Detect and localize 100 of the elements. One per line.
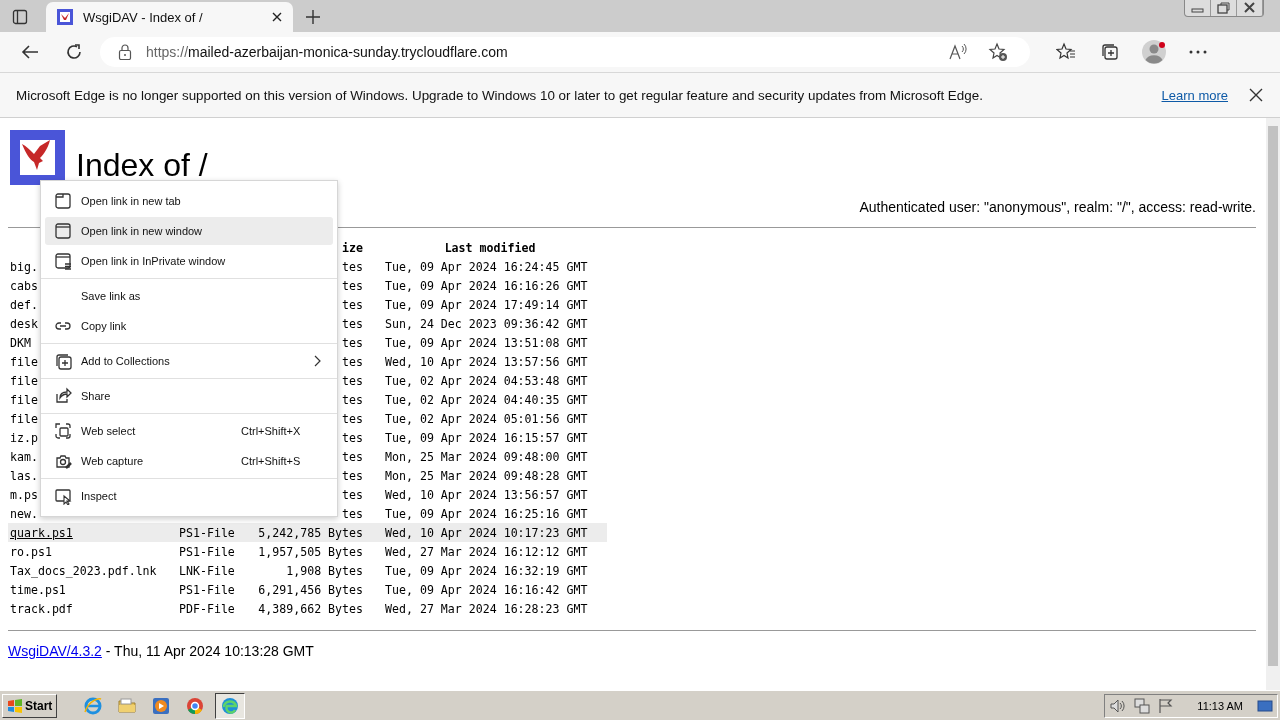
more-icon bbox=[1189, 50, 1207, 54]
menu-item-icon bbox=[54, 487, 72, 505]
read-aloud-icon[interactable] bbox=[948, 43, 968, 61]
table-cell: 1,957,505 Bytes bbox=[258, 544, 363, 559]
table-cell: Tue, 02 Apr 2024 04:53:48 GMT bbox=[385, 373, 588, 388]
folder-icon bbox=[117, 695, 138, 716]
address-bar[interactable]: https://mailed-azerbaijan-monica-sunday.trycloudflare.com bbox=[100, 37, 1030, 67]
table-cell: LNK-File bbox=[179, 563, 235, 578]
table-cell: Wed, 27 Mar 2024 16:12:12 GMT bbox=[385, 544, 588, 559]
file-link[interactable]: time.ps1 bbox=[10, 582, 66, 597]
table-cell: PS1-File bbox=[179, 582, 235, 597]
table-cell: Tue, 09 Apr 2024 13:51:08 GMT bbox=[385, 335, 588, 350]
file-link[interactable]: ro.ps1 bbox=[10, 544, 52, 559]
network-icon[interactable] bbox=[1133, 697, 1152, 714]
start-button[interactable]: Start bbox=[2, 693, 58, 718]
table-cell: tes bbox=[342, 487, 363, 502]
back-arrow-icon bbox=[21, 44, 39, 60]
table-cell: Tue, 09 Apr 2024 16:24:45 GMT bbox=[385, 259, 588, 274]
close-infobar-button[interactable] bbox=[1248, 87, 1264, 103]
favicon-icon bbox=[57, 9, 73, 25]
menu-item[interactable]: Inspect bbox=[45, 482, 333, 510]
table-cell: tes bbox=[342, 449, 363, 464]
table-cell: 6,291,456 Bytes bbox=[258, 582, 363, 597]
scrollbar[interactable] bbox=[1266, 118, 1280, 690]
file-link[interactable]: big. bbox=[10, 259, 38, 274]
table-cell: tes bbox=[342, 259, 363, 274]
file-link[interactable]: quark.ps1 bbox=[10, 525, 73, 540]
menu-item[interactable]: Share bbox=[45, 382, 333, 410]
browser-tab[interactable]: WsgiDAV - Index of / bbox=[46, 2, 293, 32]
file-link[interactable]: las. bbox=[10, 468, 38, 483]
table-cell: 5,242,785 Bytes bbox=[258, 525, 363, 540]
menu-item[interactable]: Add to Collections bbox=[45, 347, 333, 375]
table-cell: Tue, 09 Apr 2024 16:15:57 GMT bbox=[385, 430, 588, 445]
plus-icon bbox=[305, 9, 321, 25]
file-link[interactable]: track.pdf bbox=[10, 601, 73, 616]
refresh-icon bbox=[65, 43, 83, 61]
table-cell: tes bbox=[342, 468, 363, 483]
table-cell: Tue, 09 Apr 2024 16:16:42 GMT bbox=[385, 582, 588, 597]
shortcut-text: Ctrl+Shift+X bbox=[241, 425, 302, 437]
column-header: ize bbox=[341, 240, 363, 255]
table-cell: tes bbox=[342, 297, 363, 312]
file-link[interactable]: file bbox=[10, 354, 38, 369]
table-cell: Wed, 27 Mar 2024 16:28:23 GMT bbox=[385, 601, 588, 616]
add-favorite-icon[interactable] bbox=[988, 42, 1008, 62]
scrollbar-thumb[interactable] bbox=[1268, 126, 1278, 666]
table-cell: tes bbox=[342, 506, 363, 521]
windows-logo-icon bbox=[7, 698, 23, 713]
file-link[interactable]: file bbox=[10, 411, 38, 426]
menu-item[interactable]: Open link in InPrivate window bbox=[45, 247, 333, 275]
auth-info: Authenticated user: "anonymous", realm: "/", access: read-write. bbox=[859, 199, 1256, 215]
table-cell: Mon, 25 Mar 2024 09:48:28 GMT bbox=[385, 468, 588, 483]
menu-item[interactable]: Copy link bbox=[45, 312, 333, 340]
menu-item-icon bbox=[54, 252, 72, 270]
file-link[interactable]: DKM bbox=[10, 335, 31, 350]
menu-item-icon bbox=[54, 452, 72, 470]
file-link[interactable]: file bbox=[10, 373, 38, 388]
info-message: Microsoft Edge is no longer supported on this version of Windows. Upgrade to Windows 10 or later to get regular feature and security updates from Microsoft Edge. bbox=[16, 87, 983, 103]
taskbar-app-button[interactable] bbox=[215, 692, 246, 719]
file-link[interactable]: Tax_docs_2023.pdf.lnk bbox=[10, 563, 157, 578]
table-cell: 4,389,662 Bytes bbox=[258, 601, 363, 616]
menu-item[interactable]: Save link as bbox=[45, 282, 333, 310]
url-text: https://mailed-azerbaijan-monica-sunday.trycloudflare.com bbox=[146, 44, 508, 60]
file-link[interactable]: iz.p bbox=[10, 430, 38, 445]
table-cell: Tue, 09 Apr 2024 17:49:14 GMT bbox=[385, 297, 588, 312]
file-link[interactable]: new. bbox=[10, 506, 38, 521]
close-icon bbox=[272, 12, 282, 22]
table-cell: Mon, 25 Mar 2024 09:48:00 GMT bbox=[385, 449, 588, 464]
table-cell: tes bbox=[342, 373, 363, 388]
table-cell: tes bbox=[342, 392, 363, 407]
learn-more-link[interactable]: Learn more bbox=[1161, 87, 1228, 103]
table-cell: tes bbox=[342, 430, 363, 445]
favorites-icon bbox=[1056, 42, 1076, 62]
show-desktop-icon[interactable] bbox=[1257, 698, 1273, 713]
table-cell: tes bbox=[342, 316, 363, 331]
media-player-icon bbox=[151, 695, 172, 716]
table-cell: Tue, 09 Apr 2024 16:16:26 GMT bbox=[385, 278, 588, 293]
collections-icon bbox=[1100, 42, 1120, 62]
speaker-icon[interactable] bbox=[1109, 697, 1128, 714]
table-cell: PS1-File bbox=[179, 525, 235, 540]
menu-item[interactable]: Web capture Ctrl+Shift+S bbox=[45, 447, 333, 475]
file-link[interactable]: m.ps bbox=[10, 487, 38, 502]
table-cell: tes bbox=[342, 278, 363, 293]
menu-item-icon bbox=[54, 192, 72, 210]
menu-item-icon bbox=[54, 387, 72, 405]
table-cell: 1,908 Bytes bbox=[286, 563, 363, 578]
file-link[interactable]: desk bbox=[10, 316, 38, 331]
table-cell: Tue, 02 Apr 2024 04:40:35 GMT bbox=[385, 392, 588, 407]
table-cell: Tue, 09 Apr 2024 16:32:19 GMT bbox=[385, 563, 588, 578]
menu-item[interactable]: Open link in new window bbox=[45, 217, 333, 245]
chrome-icon bbox=[185, 695, 206, 716]
file-link[interactable]: cabs bbox=[10, 278, 38, 293]
menu-item[interactable]: Web select Ctrl+Shift+X bbox=[45, 417, 333, 445]
menu-item[interactable]: Open link in new tab bbox=[45, 187, 333, 215]
table-cell: Wed, 10 Apr 2024 13:56:57 GMT bbox=[385, 487, 588, 502]
file-link[interactable]: file bbox=[10, 392, 38, 407]
menu-item-icon bbox=[54, 422, 72, 440]
version-link[interactable]: WsgiDAV/4.3.2 bbox=[8, 643, 102, 659]
file-link[interactable]: kam. bbox=[10, 449, 38, 464]
edge-icon bbox=[220, 695, 241, 716]
file-link[interactable]: def. bbox=[10, 297, 38, 312]
